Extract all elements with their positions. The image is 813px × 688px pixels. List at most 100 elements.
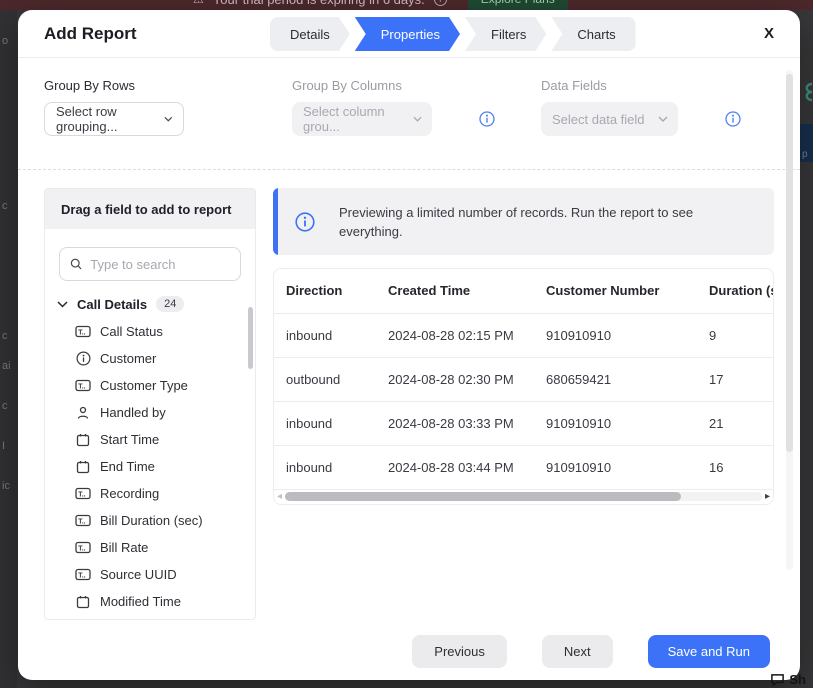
field-item-handled-by[interactable]: Handled by (45, 399, 255, 426)
wizard-stepper: DetailsPropertiesFiltersCharts (270, 17, 636, 51)
fields-scrollbar[interactable] (248, 307, 253, 369)
previous-button[interactable]: Previous (412, 635, 507, 668)
modal-header: Add Report DetailsPropertiesFiltersChart… (18, 10, 800, 58)
table-row: inbound2024-08-28 03:33 PM91091091021 (274, 401, 773, 445)
chevron-down-icon (164, 116, 173, 122)
tab-filters[interactable]: Filters (465, 17, 546, 51)
text-field-icon: T.. (75, 540, 91, 555)
tab-charts[interactable]: Charts (551, 17, 635, 51)
person-icon (75, 405, 91, 420)
cell-customer-number[interactable]: 910910910 (534, 313, 697, 357)
cell-direction: outbound (274, 357, 376, 401)
explore-plans-button[interactable]: Explore Plans (468, 0, 568, 10)
field-item-source-uuid[interactable]: T.. Source UUID (45, 561, 255, 588)
data-fields-select[interactable]: Select data field (541, 102, 678, 136)
field-label: Bill Rate (100, 540, 148, 555)
modal-scrollbar[interactable] (786, 70, 793, 570)
scrollbar-track[interactable] (285, 492, 762, 501)
field-group-call-details[interactable]: Call Details 24 (57, 296, 243, 312)
field-search (59, 247, 241, 281)
add-report-modal: Add Report DetailsPropertiesFiltersChart… (18, 10, 800, 680)
column-header-direction: Direction (274, 269, 376, 313)
modal-footer: Previous Next Save and Run (412, 635, 770, 668)
tab-details[interactable]: Details (270, 17, 350, 51)
dimmed-text-fragment: o (2, 35, 8, 47)
cell-duration: 16 (697, 445, 773, 489)
info-icon[interactable] (725, 111, 741, 127)
field-label: Modified Time (100, 594, 181, 609)
table-row: outbound2024-08-28 02:30 PM68065942117 (274, 357, 773, 401)
dimmed-text-fragment: c (2, 330, 8, 342)
search-input[interactable] (90, 257, 230, 272)
field-count-badge: 24 (156, 296, 184, 312)
scrollbar-thumb[interactable] (285, 492, 681, 501)
group-by-columns-select[interactable]: Select column grou... (292, 102, 432, 136)
field-item-bill-rate[interactable]: T.. Bill Rate (45, 534, 255, 561)
notice-text: Previewing a limited number of records. … (339, 203, 747, 241)
notice-accent-bar (273, 188, 278, 255)
text-field-icon: T.. (75, 567, 91, 582)
field-item-call-status[interactable]: T..Call Status (45, 318, 255, 345)
field-item-customer-type[interactable]: T.. Customer Type (45, 372, 255, 399)
column-header-duration-sec-: Duration (sec) (697, 269, 773, 313)
scroll-left-icon[interactable]: ◂ (277, 492, 282, 502)
field-item-start-time[interactable]: Start Time (45, 426, 255, 453)
search-icon (70, 257, 82, 271)
dimmed-text-fragment: I (2, 440, 5, 452)
column-header-customer-number: Customer Number (534, 269, 697, 313)
field-label: Customer Type (100, 378, 188, 393)
dimmed-text-fragment: c (2, 400, 8, 412)
field-item-customer[interactable]: Customer (45, 345, 255, 372)
cell-created-time: 2024-08-28 02:15 PM (376, 313, 534, 357)
fields-panel-header: Drag a field to add to report (45, 189, 255, 229)
data-fields-label: Data Fields (541, 78, 741, 93)
preview-table: DirectionCreated TimeCustomer NumberDura… (273, 268, 774, 505)
preview-notice: Previewing a limited number of records. … (273, 188, 774, 255)
svg-text:T..: T.. (78, 491, 85, 498)
cell-created-time: 2024-08-28 03:44 PM (376, 445, 534, 489)
modal-scrollbar-thumb[interactable] (786, 74, 793, 452)
calendar-icon (75, 594, 91, 609)
scroll-right-icon[interactable]: ▸ (765, 492, 770, 502)
cell-direction: inbound (274, 401, 376, 445)
cell-customer-number[interactable]: 680659421 (534, 357, 697, 401)
text-field-icon: T.. (75, 486, 91, 501)
text-field-icon: T.. (75, 378, 91, 393)
info-icon: i (434, 0, 447, 6)
trial-banner-text: Your trial period is expiring in 6 days. (213, 0, 425, 7)
field-item-recording[interactable]: T..Recording (45, 480, 255, 507)
horizontal-scrollbar[interactable]: ◂ ▸ (274, 490, 773, 504)
dimmed-logo-icon (800, 80, 813, 106)
chevron-down-icon (658, 116, 668, 122)
cell-direction: inbound (274, 313, 376, 357)
info-icon (75, 351, 91, 366)
cell-duration: 9 (697, 313, 773, 357)
info-icon[interactable] (479, 111, 495, 127)
save-and-run-button[interactable]: Save and Run (648, 635, 770, 668)
close-icon[interactable]: X (764, 26, 774, 41)
cell-created-time: 2024-08-28 02:30 PM (376, 357, 534, 401)
cell-direction: inbound (274, 445, 376, 489)
field-item-end-time[interactable]: End Time (45, 453, 255, 480)
chevron-down-icon (413, 116, 422, 122)
calendar-icon (75, 459, 91, 474)
svg-text:T..: T.. (78, 572, 85, 579)
cell-customer-number[interactable]: 910910910 (534, 401, 697, 445)
tab-properties[interactable]: Properties (355, 17, 460, 51)
dimmed-text-fragment: ic (2, 480, 10, 492)
field-label: End Time (100, 459, 155, 474)
field-list: T..Call StatusCustomer T.. Customer Type Ha… (45, 318, 255, 615)
field-group-label: Call Details (77, 297, 147, 312)
cell-customer-number[interactable]: 910910910 (534, 445, 697, 489)
field-item-bill-duration-sec-[interactable]: T..Bill Duration (sec) (45, 507, 255, 534)
info-icon (295, 212, 315, 232)
page-title: Add Report (44, 24, 137, 44)
fields-panel: Drag a field to add to report Call Detai… (44, 188, 256, 620)
field-label: Source UUID (100, 567, 177, 582)
table-row: inbound2024-08-28 03:44 PM91091091016 (274, 445, 773, 489)
group-by-rows-select[interactable]: Select row grouping... (44, 102, 184, 136)
field-item-modified-time[interactable]: Modified Time (45, 588, 255, 615)
chat-widget[interactable]: Sh (770, 672, 806, 687)
table-header-row: DirectionCreated TimeCustomer NumberDura… (274, 269, 773, 313)
next-button[interactable]: Next (542, 635, 613, 668)
